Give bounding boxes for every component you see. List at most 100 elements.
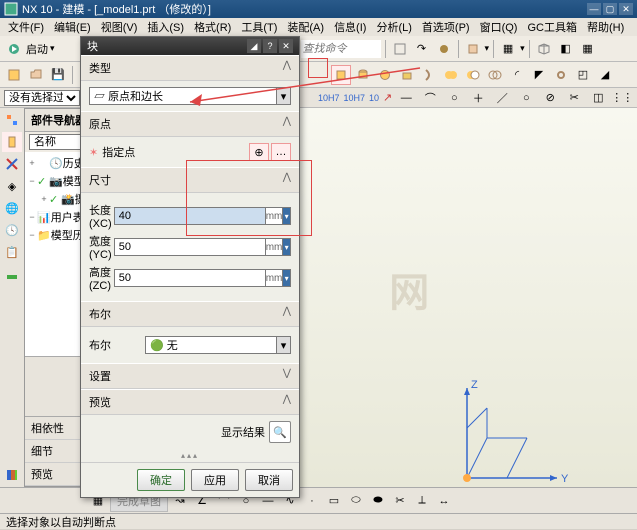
slot-icon[interactable]: ⬬ bbox=[368, 491, 388, 511]
reuse-icon[interactable] bbox=[2, 154, 22, 174]
type-dropdown[interactable]: ▱ 原点和边长▾ bbox=[89, 87, 291, 105]
menu-info[interactable]: 信息(I) bbox=[330, 19, 370, 35]
box-icon[interactable] bbox=[390, 39, 410, 59]
dim-arrow-icon[interactable]: ↗︎ bbox=[383, 91, 392, 104]
cube2-icon[interactable]: ◫ bbox=[588, 88, 608, 108]
offset-icon[interactable]: ⊘ bbox=[540, 88, 560, 108]
grid-icon[interactable]: ▦ bbox=[578, 39, 598, 59]
section-bool[interactable]: 布尔⋀ bbox=[81, 301, 299, 327]
section-preview[interactable]: 预览⋀ bbox=[81, 389, 299, 415]
hole-icon[interactable] bbox=[551, 65, 571, 85]
layout-icon[interactable]: ▦ bbox=[498, 39, 518, 59]
unite-icon[interactable] bbox=[441, 65, 461, 85]
trim-icon[interactable]: ✂ bbox=[564, 88, 584, 108]
point-picker-icon[interactable]: ⊕ bbox=[249, 143, 269, 161]
wireframe-icon[interactable] bbox=[534, 39, 554, 59]
section-origin[interactable]: 原点⋀ bbox=[81, 111, 299, 137]
command-search-input[interactable] bbox=[301, 40, 381, 58]
intersect-icon[interactable] bbox=[485, 65, 505, 85]
width-input[interactable] bbox=[114, 238, 266, 256]
cylinder-icon[interactable] bbox=[353, 65, 373, 85]
extrude-icon[interactable] bbox=[397, 65, 417, 85]
assembly-nav-icon[interactable] bbox=[2, 110, 22, 130]
clipboard-icon[interactable]: 📋 bbox=[2, 242, 22, 262]
new-icon[interactable] bbox=[4, 65, 24, 85]
height-stepper[interactable]: ▾ bbox=[283, 269, 291, 287]
fillet-icon[interactable]: ◜ bbox=[507, 65, 527, 85]
width-stepper[interactable]: ▾ bbox=[283, 238, 291, 256]
sphere-icon[interactable] bbox=[375, 65, 395, 85]
apply-button[interactable]: 应用 bbox=[191, 469, 239, 491]
cube-icon[interactable] bbox=[463, 39, 483, 59]
close-button[interactable]: ✕ bbox=[619, 3, 633, 15]
block-icon[interactable] bbox=[331, 65, 351, 85]
menu-analysis[interactable]: 分析(L) bbox=[372, 19, 415, 35]
subtract-icon[interactable] bbox=[463, 65, 483, 85]
menu-prefs[interactable]: 首选项(P) bbox=[418, 19, 474, 35]
view-icon[interactable]: ◧ bbox=[556, 39, 576, 59]
watermark: 网 bbox=[389, 260, 429, 318]
menu-help[interactable]: 帮助(H) bbox=[583, 19, 628, 35]
chamfer-icon[interactable]: ◤ bbox=[529, 65, 549, 85]
maximize-button[interactable]: ▢ bbox=[603, 3, 617, 15]
redo-icon[interactable]: ↷ bbox=[412, 39, 432, 59]
section-settings[interactable]: 设置⋁ bbox=[81, 363, 299, 389]
launch-label[interactable]: 启动 bbox=[26, 41, 48, 57]
shell-icon[interactable]: ◰ bbox=[573, 65, 593, 85]
revolve-icon[interactable] bbox=[419, 65, 439, 85]
constraint-icon[interactable]: ⟂ bbox=[412, 491, 432, 511]
pattern-icon[interactable]: ⋮⋮ bbox=[612, 88, 632, 108]
section-dims[interactable]: 尺寸⋀ bbox=[81, 167, 299, 193]
dialog-expand-icon[interactable]: ◢ bbox=[247, 39, 261, 53]
dialog-help-icon[interactable]: ? bbox=[263, 39, 277, 53]
dialog-titlebar[interactable]: 块 ◢ ? ✕ bbox=[81, 37, 299, 55]
rect-icon[interactable]: ▭ bbox=[324, 491, 344, 511]
open-icon[interactable] bbox=[26, 65, 46, 85]
selection-filter[interactable]: 没有选择过滤器 bbox=[4, 90, 80, 106]
history-icon[interactable]: 🕓 bbox=[2, 220, 22, 240]
circle2-icon[interactable]: ○ bbox=[516, 88, 536, 108]
browser-icon[interactable]: 🌐 bbox=[2, 198, 22, 218]
hd3d-icon[interactable]: ◈ bbox=[2, 176, 22, 196]
height-input[interactable] bbox=[114, 269, 266, 287]
dialog-grip[interactable]: ▴▴▴ bbox=[81, 449, 299, 462]
line-icon[interactable]: — bbox=[396, 88, 416, 108]
trim2-icon[interactable]: ✂ bbox=[390, 491, 410, 511]
specify-point[interactable]: ✶指定点 ⊕ … bbox=[89, 143, 291, 161]
part-nav-icon[interactable] bbox=[2, 132, 22, 152]
bool-dropdown[interactable]: 🟢 无▾ bbox=[145, 336, 291, 354]
show-result-button[interactable]: 🔍 bbox=[269, 421, 291, 443]
menu-view[interactable]: 视图(V) bbox=[97, 19, 142, 35]
gear-icon[interactable] bbox=[434, 39, 454, 59]
menu-file[interactable]: 文件(F) bbox=[4, 19, 48, 35]
point-dialog-icon[interactable]: … bbox=[271, 143, 291, 161]
nav-title: 部件导航器 bbox=[31, 112, 86, 128]
save-icon[interactable]: 💾 bbox=[48, 65, 68, 85]
color-icon[interactable] bbox=[2, 465, 22, 485]
ok-button[interactable]: 确定 bbox=[137, 469, 185, 491]
minimize-button[interactable]: — bbox=[587, 3, 601, 15]
arc-icon[interactable]: ⌒ bbox=[420, 88, 440, 108]
slash-icon[interactable]: ／ bbox=[492, 88, 512, 108]
length-stepper[interactable]: ▾ bbox=[283, 207, 291, 225]
menu-insert[interactable]: 插入(S) bbox=[143, 19, 188, 35]
roles-icon[interactable] bbox=[2, 264, 22, 284]
circle-icon[interactable]: ○ bbox=[444, 88, 464, 108]
draft-icon[interactable]: ◢ bbox=[595, 65, 615, 85]
menu-edit[interactable]: 编辑(E) bbox=[50, 19, 95, 35]
plus-icon[interactable]: ＋ bbox=[468, 88, 488, 108]
cancel-button[interactable]: 取消 bbox=[245, 469, 293, 491]
menu-gctools[interactable]: GC工具箱 bbox=[523, 19, 581, 35]
dialog-title: 块 bbox=[87, 38, 98, 54]
menu-format[interactable]: 格式(R) bbox=[190, 19, 235, 35]
menu-window[interactable]: 窗口(Q) bbox=[476, 19, 522, 35]
dialog-close-icon[interactable]: ✕ bbox=[279, 39, 293, 53]
menu-tools[interactable]: 工具(T) bbox=[237, 19, 281, 35]
launch-button[interactable] bbox=[4, 39, 24, 59]
point-icon[interactable]: · bbox=[302, 491, 322, 511]
ellipse-icon[interactable]: ⬭ bbox=[346, 491, 366, 511]
length-input[interactable] bbox=[114, 207, 266, 225]
section-type[interactable]: 类型⋀ bbox=[81, 55, 299, 81]
menu-assembly[interactable]: 装配(A) bbox=[283, 19, 328, 35]
status-text: 选择对象以自动判断点 bbox=[6, 514, 116, 530]
